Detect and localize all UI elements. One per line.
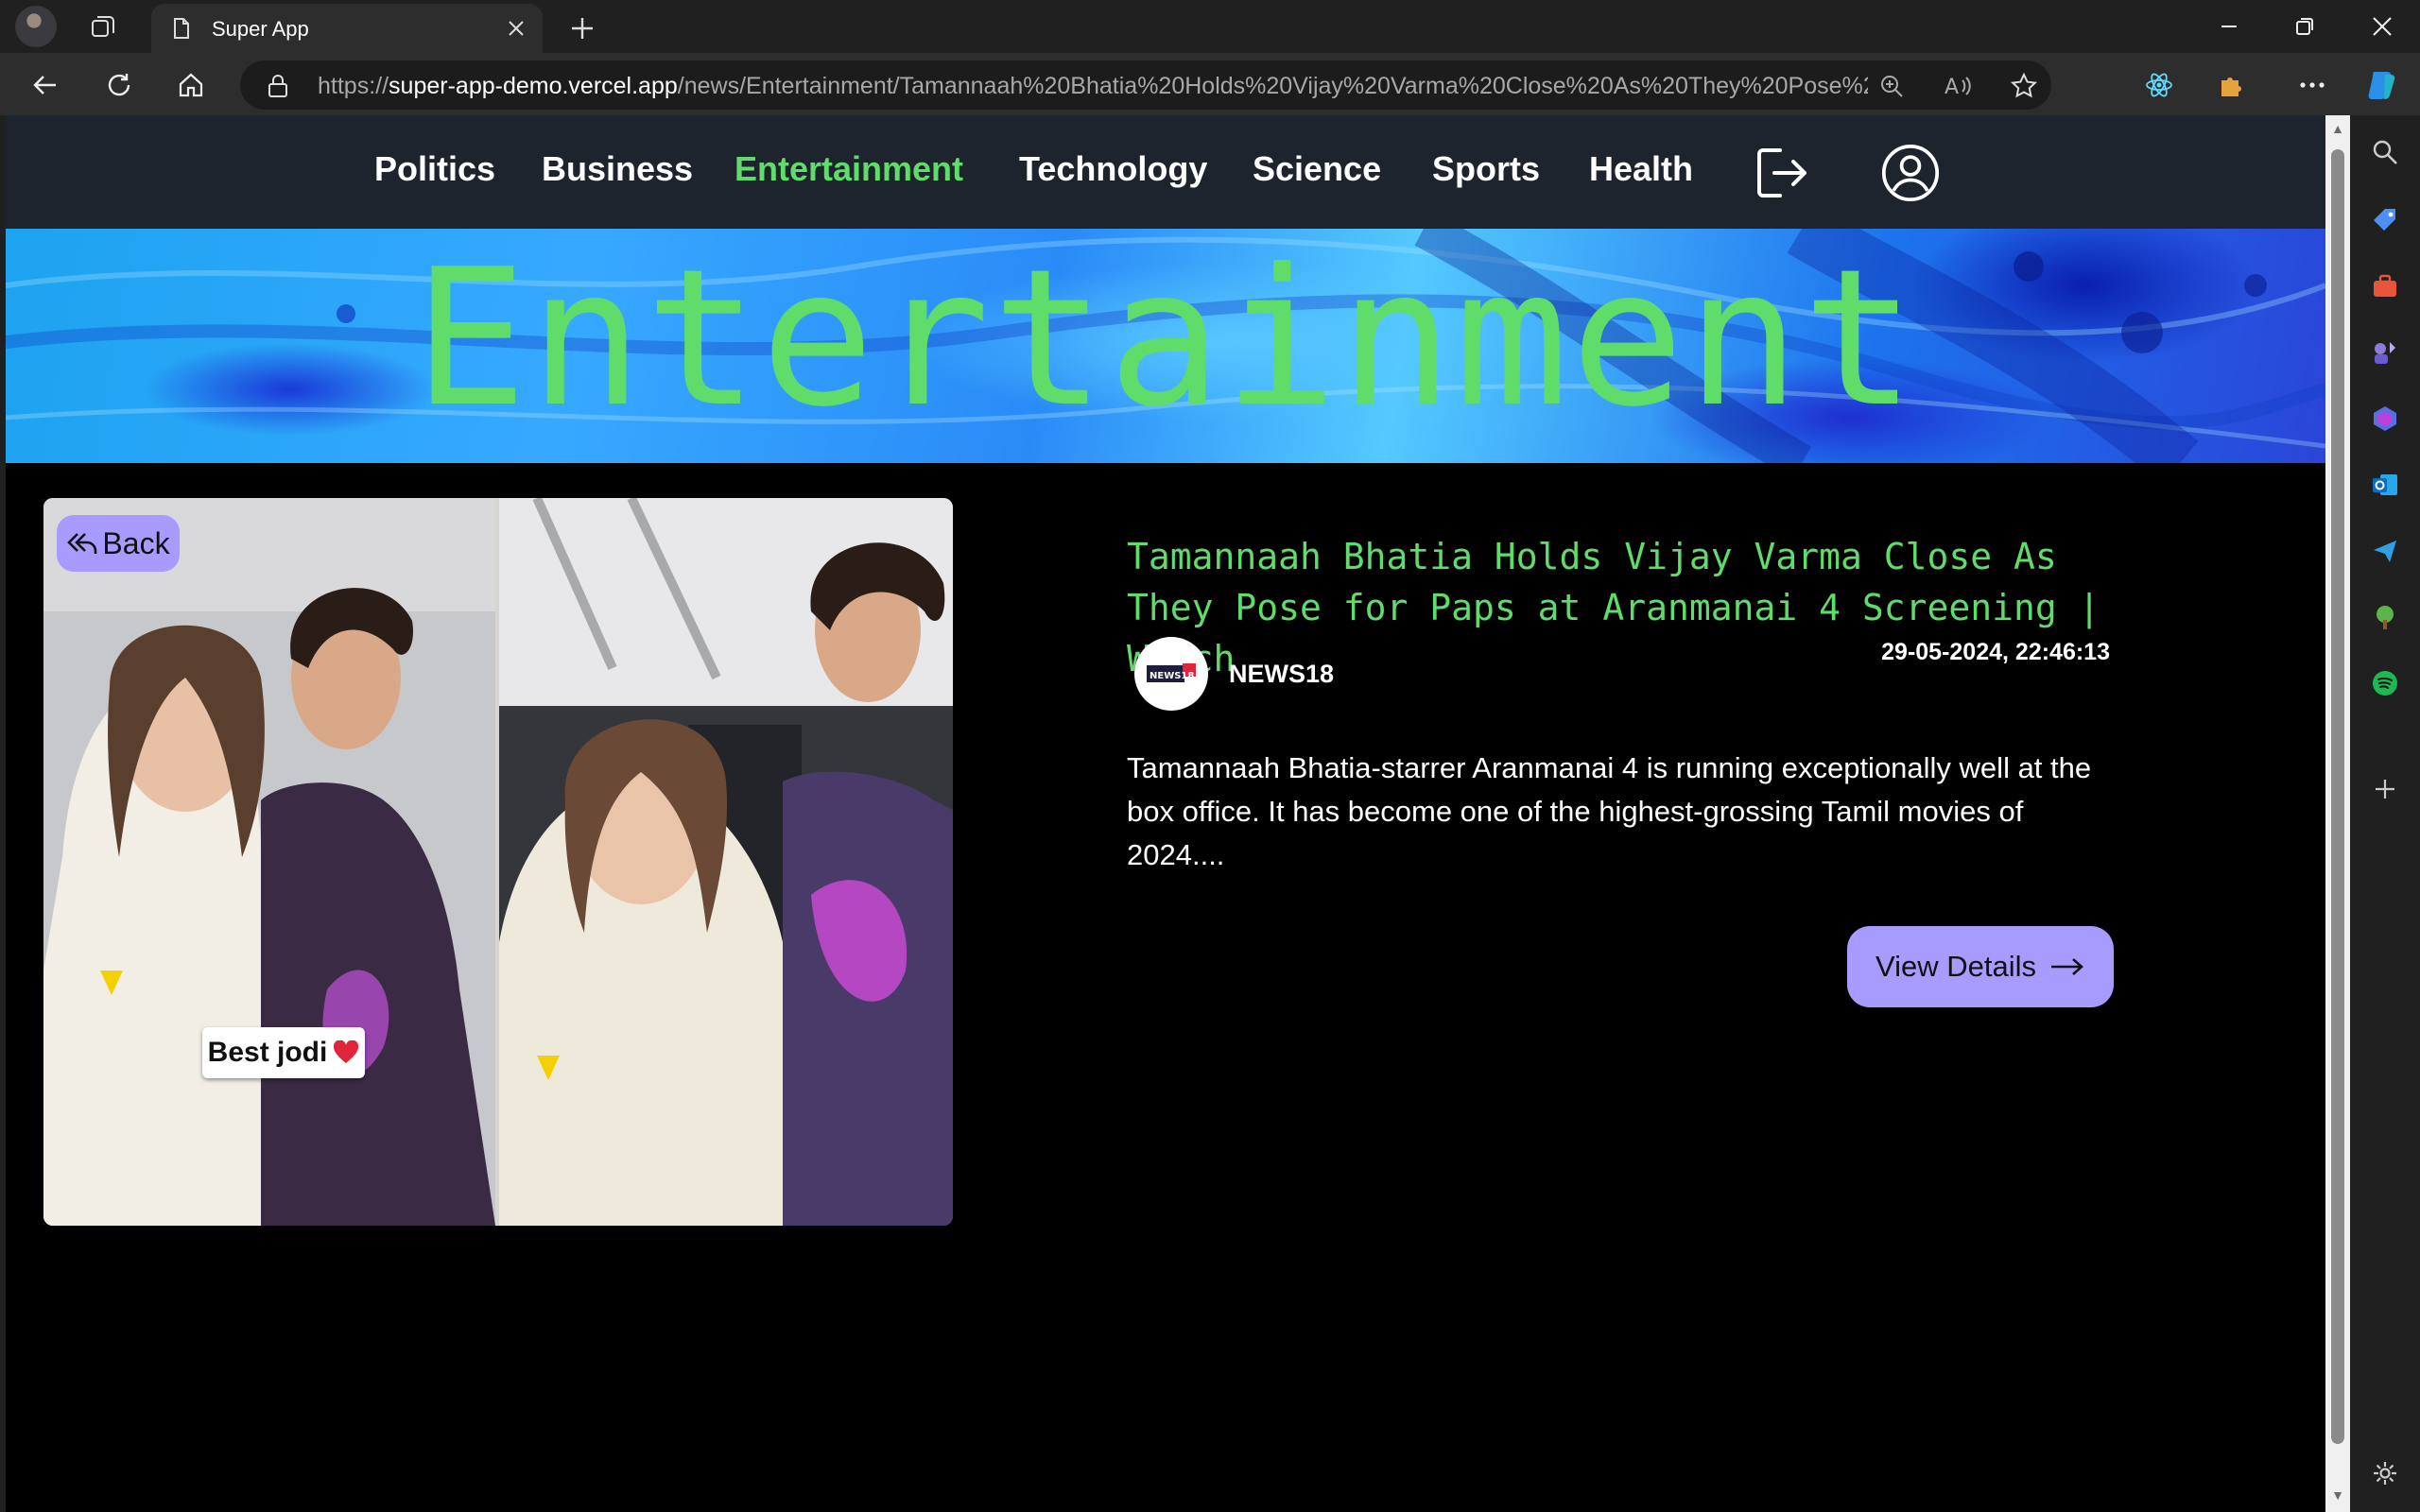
- logout-icon[interactable]: [1753, 144, 1811, 202]
- extensions-puzzle-icon[interactable]: [2210, 64, 2252, 106]
- category-banner: Entertainment: [6, 229, 2325, 463]
- news-source-name: NEWS18: [1229, 660, 1335, 688]
- restore-button[interactable]: [2284, 8, 2325, 45]
- article-image: Back Best jodi: [43, 498, 953, 1226]
- search-icon[interactable]: [2367, 134, 2403, 170]
- tab-actions-icon[interactable]: [85, 9, 121, 45]
- close-tab-icon[interactable]: [503, 15, 529, 42]
- svg-text:NEWS18: NEWS18: [1150, 671, 1194, 681]
- url-text[interactable]: https://super-app-demo.vercel.app/news/E…: [318, 73, 1868, 100]
- spotify-icon[interactable]: [2367, 665, 2403, 701]
- address-bar[interactable]: https://super-app-demo.vercel.app/news/E…: [240, 60, 2051, 110]
- close-window-button[interactable]: [2361, 8, 2403, 45]
- page-scrollbar[interactable]: ▲ ▼: [2325, 115, 2350, 1512]
- back-button-label: Back: [102, 525, 170, 560]
- sidebar-settings-gear-icon[interactable]: [2367, 1455, 2403, 1491]
- read-aloud-icon[interactable]: A: [1942, 70, 1974, 102]
- minimize-button[interactable]: [2208, 8, 2250, 45]
- copilot-icon[interactable]: [2361, 64, 2403, 106]
- lock-icon[interactable]: [267, 74, 289, 98]
- new-tab-button[interactable]: [565, 11, 599, 45]
- home-icon[interactable]: [170, 64, 212, 106]
- browser-tab[interactable]: Super App: [151, 4, 543, 53]
- page-icon: [170, 17, 193, 40]
- refresh-icon[interactable]: [98, 64, 140, 106]
- games-icon[interactable]: [2367, 335, 2403, 370]
- user-circle-icon[interactable]: [1881, 144, 1940, 202]
- heart-icon: [334, 1040, 359, 1063]
- browser-toolbar: https://super-app-demo.vercel.app/news/E…: [0, 53, 2420, 115]
- nav-politics[interactable]: Politics: [374, 149, 495, 189]
- react-devtools-extension-icon[interactable]: [2138, 64, 2180, 106]
- site-navbar: Politics Business Entertainment Technolo…: [6, 115, 2325, 229]
- image-caption-text: Best jodi: [207, 1037, 328, 1068]
- nav-technology[interactable]: Technology: [1019, 149, 1207, 189]
- browser-profile-avatar[interactable]: [15, 6, 57, 47]
- article-photo-left: [43, 498, 495, 1226]
- nav-sports[interactable]: Sports: [1432, 149, 1540, 189]
- view-details-button[interactable]: View Details: [1847, 926, 2114, 1007]
- favorite-star-icon[interactable]: [2008, 70, 2040, 102]
- nav-entertainment[interactable]: Entertainment: [735, 149, 963, 189]
- reply-all-icon: [67, 533, 97, 554]
- image-caption-sticker: Best jodi: [202, 1027, 365, 1078]
- browser-sidebar: [2350, 115, 2420, 1512]
- svg-text:A: A: [1945, 76, 1959, 99]
- view-details-label: View Details: [1875, 950, 2036, 983]
- scroll-down-arrow-icon[interactable]: ▼: [2330, 1487, 2345, 1503]
- scroll-up-arrow-icon[interactable]: ▲: [2330, 121, 2345, 136]
- page-viewport: Politics Business Entertainment Technolo…: [6, 115, 2325, 1512]
- back-arrow-icon[interactable]: [25, 64, 66, 106]
- outlook-icon[interactable]: [2367, 467, 2403, 503]
- scrollbar-thumb[interactable]: [2331, 149, 2344, 1444]
- nav-health[interactable]: Health: [1589, 149, 1693, 189]
- shopping-tag-icon[interactable]: [2367, 202, 2403, 238]
- zoom-icon[interactable]: [1876, 70, 1908, 102]
- nav-science[interactable]: Science: [1253, 149, 1381, 189]
- tree-extension-icon[interactable]: [2367, 599, 2403, 635]
- banner-title: Entertainment: [413, 229, 1918, 449]
- article-date: 29-05-2024, 22:46:13: [1881, 639, 2110, 665]
- article-description: Tamannaah Bhatia-starrer Aranmanai 4 is …: [1127, 751, 2092, 871]
- back-button[interactable]: Back: [57, 515, 180, 572]
- article-photo-right: [499, 498, 953, 1226]
- tab-title: Super App: [212, 17, 309, 41]
- news-source-logo: NEWS18: [1134, 637, 1208, 711]
- arrow-right-icon: [2051, 958, 2083, 975]
- browser-titlebar: Super App: [0, 0, 2420, 53]
- tools-briefcase-icon[interactable]: [2367, 268, 2403, 304]
- send-icon[interactable]: [2367, 533, 2403, 569]
- nav-business[interactable]: Business: [542, 149, 693, 189]
- more-options-icon[interactable]: [2291, 64, 2333, 106]
- microsoft-365-icon[interactable]: [2367, 401, 2403, 437]
- add-sidebar-app-icon[interactable]: [2367, 771, 2403, 807]
